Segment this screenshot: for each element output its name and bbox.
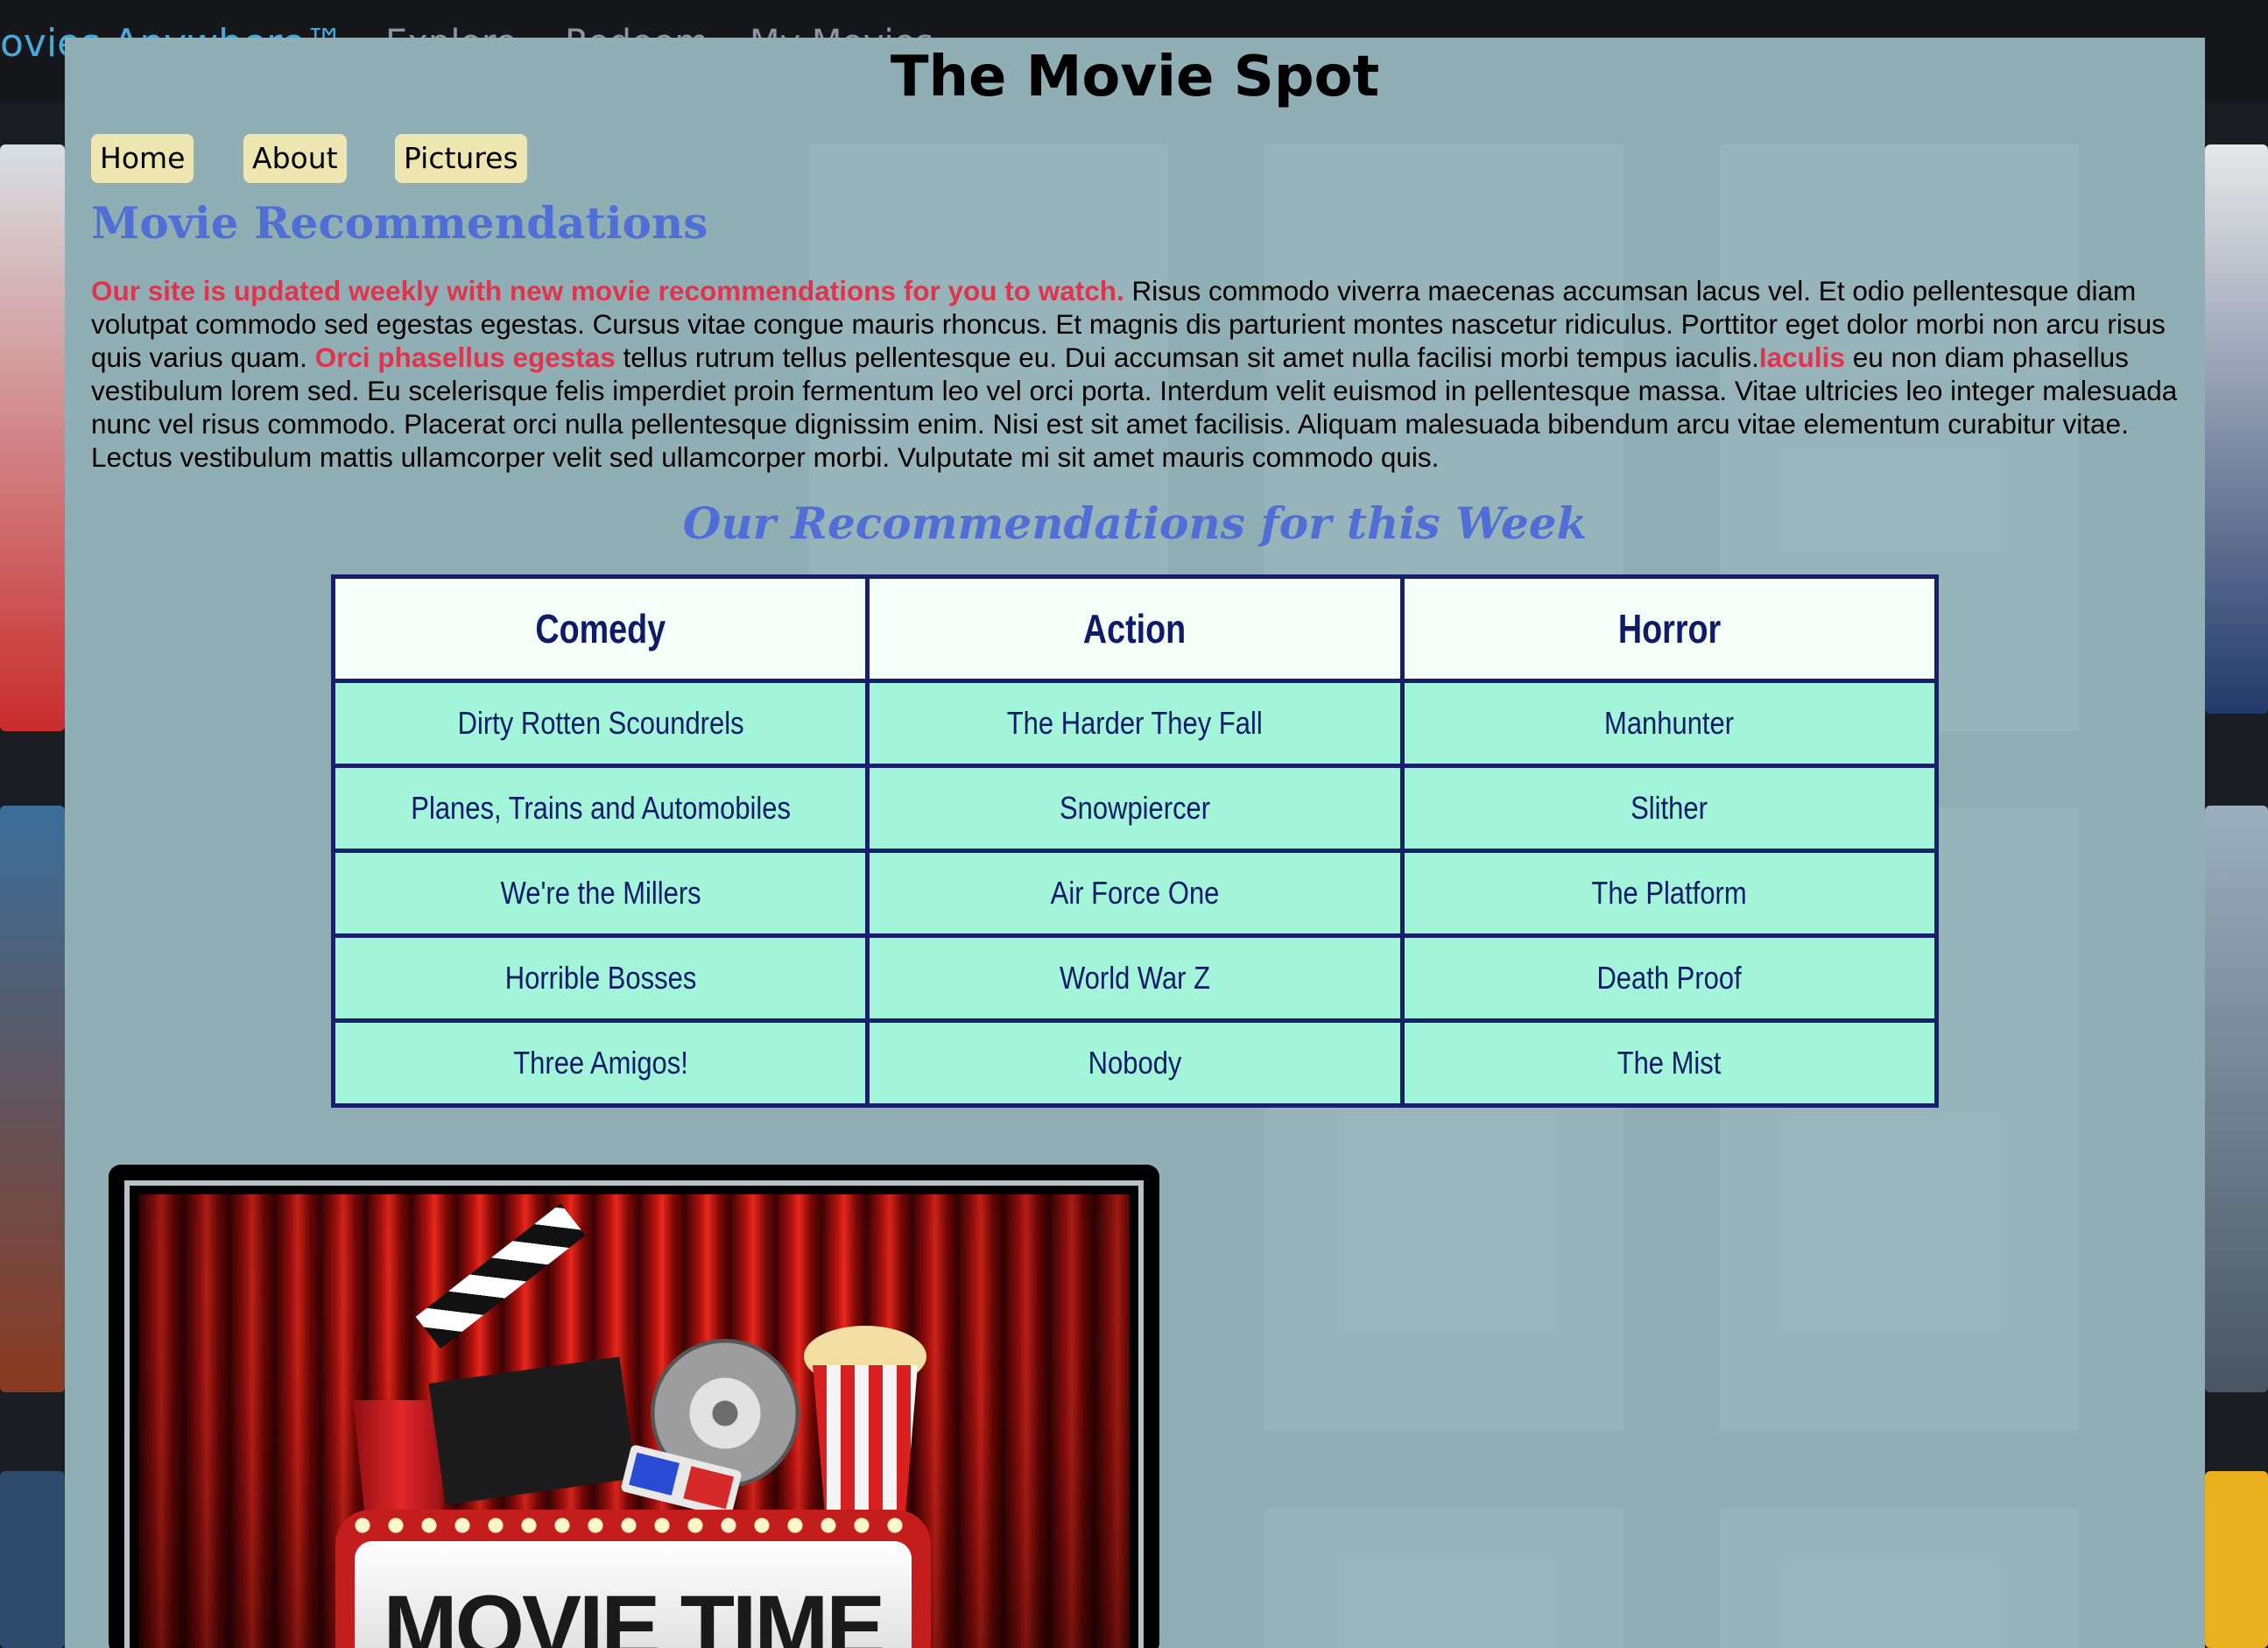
table-cell: Manhunter bbox=[1399, 679, 1940, 768]
table-cell: The Harder They Fall bbox=[865, 679, 1405, 768]
marquee-text: MOVIE TIME bbox=[383, 1577, 886, 1648]
movie-time-image: MOVIE TIME bbox=[109, 1165, 1159, 1648]
column-header-action: Action bbox=[865, 574, 1405, 683]
table-cell: World War Z bbox=[865, 933, 1405, 1023]
background-poster bbox=[0, 806, 65, 1392]
site-title: The Movie Spot bbox=[890, 45, 1380, 109]
table-row: Dirty Rotten Scoundrels The Harder They … bbox=[330, 679, 1940, 768]
table-row: Planes, Trains and Automobiles Snowpierc… bbox=[330, 764, 1940, 853]
nav-pictures-button[interactable]: Pictures bbox=[395, 134, 527, 183]
table-cell: Air Force One bbox=[865, 849, 1405, 938]
marquee-board: MOVIE TIME bbox=[355, 1541, 912, 1648]
section-heading: Movie Recommendations bbox=[91, 197, 708, 249]
intro-paragraph: Our site is updated weekly with new movi… bbox=[91, 274, 2193, 474]
recommendations-heading: Our Recommendations for this Week bbox=[682, 497, 1588, 549]
column-header-horror: Horror bbox=[1399, 574, 1940, 683]
column-header-comedy: Comedy bbox=[330, 574, 870, 683]
table-header-row: Comedy Action Horror bbox=[330, 574, 1940, 683]
curtain-background: MOVIE TIME bbox=[138, 1194, 1130, 1648]
marquee-bulbs bbox=[346, 1515, 920, 1536]
ghost-poster bbox=[1720, 1509, 2079, 1648]
recommendations-table: Comedy Action Horror Dirty Rotten Scound… bbox=[330, 574, 1940, 1108]
movie-time-image-border: MOVIE TIME bbox=[124, 1180, 1144, 1648]
intro-text: tellus rutrum tellus pellentesque eu. Du… bbox=[615, 342, 1759, 373]
intro-highlight: Our site is updated weekly with new movi… bbox=[91, 275, 1124, 306]
table-row: We're the Millers Air Force One The Plat… bbox=[330, 849, 1940, 938]
main-panel: The Movie Spot Home About Pictures Movie… bbox=[65, 38, 2205, 1648]
table-cell: Planes, Trains and Automobiles bbox=[330, 764, 870, 853]
intro-highlight: Iaculis bbox=[1758, 342, 1845, 373]
table-row: Horrible Bosses World War Z Death Proof bbox=[330, 933, 1940, 1023]
table-cell: Three Amigos! bbox=[330, 1018, 870, 1108]
background-poster bbox=[2205, 806, 2268, 1392]
table-cell: Snowpiercer bbox=[865, 764, 1405, 853]
popcorn-bucket-icon bbox=[813, 1365, 918, 1518]
table-cell: Dirty Rotten Scoundrels bbox=[330, 679, 870, 768]
table-cell: Death Proof bbox=[1399, 933, 1940, 1023]
table-cell: Slither bbox=[1399, 764, 1940, 853]
intro-highlight: Orci phasellus egestas bbox=[314, 342, 616, 373]
table-row: Three Amigos! Nobody The Mist bbox=[330, 1018, 1940, 1108]
background-poster bbox=[2205, 1471, 2268, 1648]
ghost-poster bbox=[1264, 1509, 1624, 1648]
background-poster bbox=[0, 1471, 65, 1648]
table-cell: Horrible Bosses bbox=[330, 933, 870, 1023]
nav-home-button[interactable]: Home bbox=[91, 134, 194, 183]
background-poster bbox=[0, 144, 65, 731]
table-cell: The Mist bbox=[1399, 1018, 1940, 1108]
nav-about-button[interactable]: About bbox=[243, 134, 347, 183]
table-cell: We're the Millers bbox=[330, 849, 870, 938]
table-cell: The Platform bbox=[1399, 849, 1940, 938]
table-cell: Nobody bbox=[865, 1018, 1405, 1108]
background-poster bbox=[2205, 144, 2268, 714]
marquee-sign: MOVIE TIME bbox=[335, 1510, 931, 1648]
